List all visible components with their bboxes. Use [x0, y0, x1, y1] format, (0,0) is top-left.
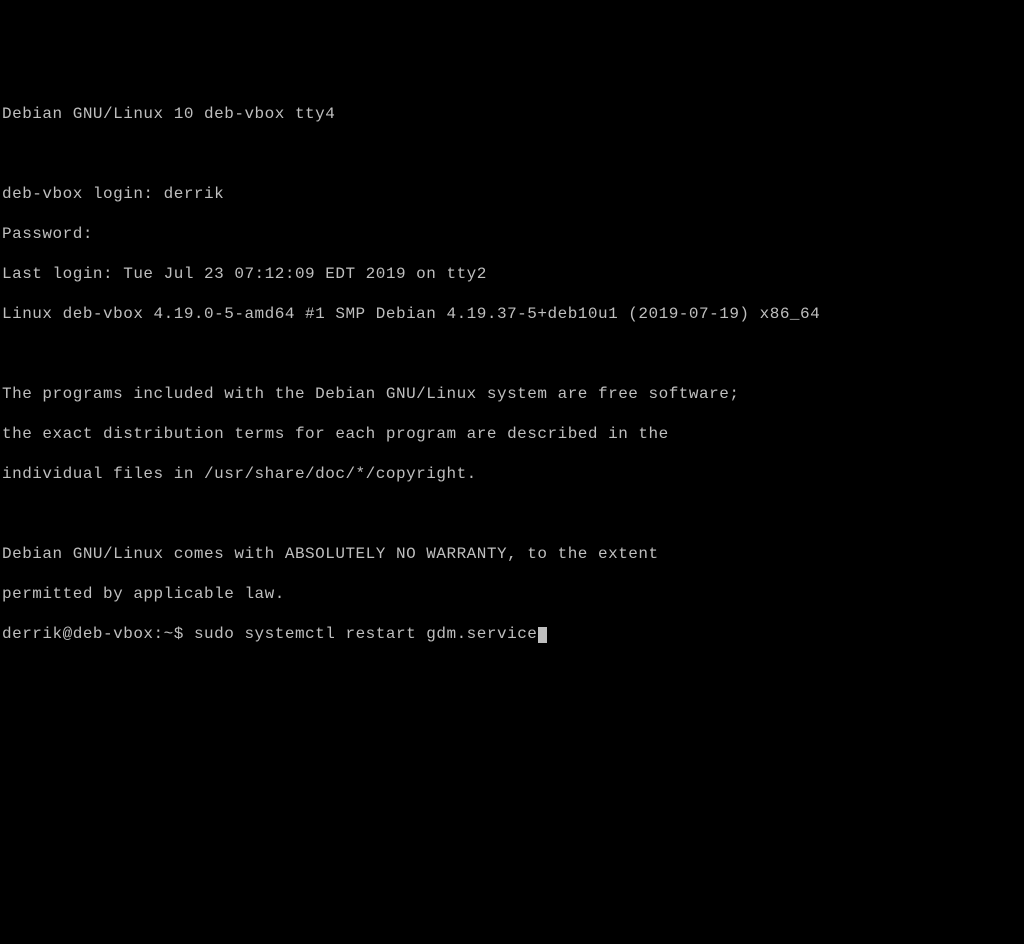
blank-line [2, 344, 1022, 364]
login-prompt: deb-vbox login: [2, 185, 164, 203]
blank-line [2, 504, 1022, 524]
motd-line: Debian GNU/Linux comes with ABSOLUTELY N… [2, 544, 1022, 564]
shell-prompt: derrik@deb-vbox:~$ [2, 625, 194, 643]
issue-banner: Debian GNU/Linux 10 deb-vbox tty4 [2, 104, 1022, 124]
motd-line: the exact distribution terms for each pr… [2, 424, 1022, 444]
password-prompt: Password: [2, 224, 1022, 244]
login-username: derrik [164, 185, 225, 203]
motd-line: individual files in /usr/share/doc/*/cop… [2, 464, 1022, 484]
cursor-icon [538, 627, 547, 643]
motd-line: permitted by applicable law. [2, 584, 1022, 604]
terminal-output[interactable]: Debian GNU/Linux 10 deb-vbox tty4 deb-vb… [2, 84, 1022, 844]
command-line[interactable]: derrik@deb-vbox:~$ sudo systemctl restar… [2, 624, 1022, 644]
kernel-info: Linux deb-vbox 4.19.0-5-amd64 #1 SMP Deb… [2, 304, 1022, 324]
motd-line: The programs included with the Debian GN… [2, 384, 1022, 404]
login-line: deb-vbox login: derrik [2, 184, 1022, 204]
last-login: Last login: Tue Jul 23 07:12:09 EDT 2019… [2, 264, 1022, 284]
blank-line [2, 144, 1022, 164]
command-input[interactable]: sudo systemctl restart gdm.service [194, 625, 537, 643]
